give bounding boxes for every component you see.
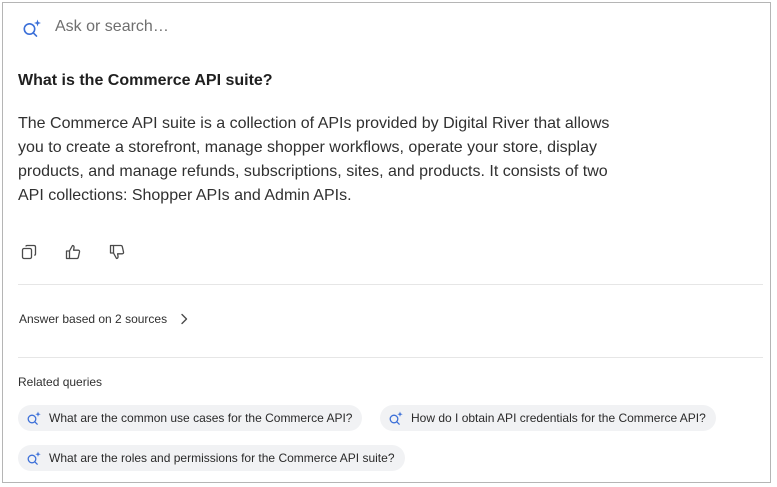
related-query-chip[interactable]: What are the common use cases for the Co… bbox=[18, 405, 363, 431]
feedback-actions bbox=[18, 241, 128, 263]
divider bbox=[18, 357, 763, 358]
thumbs-up-button[interactable] bbox=[62, 241, 84, 263]
divider bbox=[18, 284, 763, 285]
thumbs-down-icon bbox=[109, 244, 125, 260]
thumbs-up-icon bbox=[65, 244, 81, 260]
related-query-chip[interactable]: How do I obtain API credentials for the … bbox=[380, 405, 716, 431]
copy-button[interactable] bbox=[18, 241, 40, 263]
copy-icon bbox=[21, 244, 37, 260]
related-query-text: What are the roles and permissions for t… bbox=[49, 451, 395, 465]
ai-search-icon bbox=[389, 411, 403, 425]
thumbs-down-button[interactable] bbox=[106, 241, 128, 263]
ai-search-panel: What is the Commerce API suite? The Comm… bbox=[2, 2, 771, 483]
question-heading: What is the Commerce API suite? bbox=[18, 72, 273, 89]
sources-label: Answer based on 2 sources bbox=[19, 312, 168, 326]
search-bar[interactable] bbox=[3, 3, 770, 51]
related-queries-label: Related queries bbox=[18, 375, 103, 389]
answer-text: The Commerce API suite is a collection o… bbox=[18, 115, 610, 204]
chevron-right-icon bbox=[181, 313, 188, 325]
related-query-chip[interactable]: What are the roles and permissions for t… bbox=[18, 445, 405, 471]
related-query-text: How do I obtain API credentials for the … bbox=[411, 411, 706, 425]
sources-toggle[interactable]: Answer based on 2 sources bbox=[19, 312, 191, 326]
ai-search-icon bbox=[27, 451, 41, 465]
ai-search-icon bbox=[23, 19, 41, 37]
search-input[interactable] bbox=[55, 14, 735, 40]
related-query-text: What are the common use cases for the Co… bbox=[49, 411, 353, 425]
ai-search-icon bbox=[27, 411, 41, 425]
